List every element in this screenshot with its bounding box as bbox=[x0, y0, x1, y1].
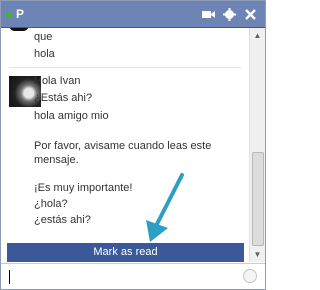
video-icon[interactable] bbox=[201, 7, 216, 22]
text-caret bbox=[9, 270, 10, 284]
message-scrollbar[interactable]: ▲ ▼ bbox=[249, 28, 265, 262]
scroll-up-icon[interactable]: ▲ bbox=[250, 28, 265, 43]
message-list: que hola Hola Ivan ¿Estás ahi? hola amig… bbox=[1, 28, 249, 243]
message-line: ¿Estás ahi? bbox=[34, 92, 93, 104]
message-line: ¿estás ahi? bbox=[34, 214, 91, 226]
gear-icon[interactable] bbox=[222, 7, 237, 22]
online-status-dot bbox=[6, 12, 12, 18]
chat-window: P que hola Hola Ivan ¿Estás ahi? hola am… bbox=[0, 0, 266, 290]
message-line: ¡Es muy importante! bbox=[34, 182, 133, 194]
emoji-icon[interactable] bbox=[243, 269, 257, 283]
previous-sender-avatar bbox=[9, 28, 29, 31]
message-line: hola amigo mio bbox=[34, 110, 109, 122]
chat-titlebar[interactable]: P bbox=[1, 1, 265, 28]
close-icon[interactable] bbox=[243, 7, 258, 22]
message-line: ¿hola? bbox=[34, 198, 68, 210]
message-divider bbox=[9, 67, 241, 68]
message-input[interactable] bbox=[1, 263, 265, 289]
message-line: mensaje. bbox=[34, 154, 79, 166]
annotation-arrow-icon bbox=[146, 173, 184, 242]
scrollbar-thumb[interactable] bbox=[252, 152, 264, 246]
scroll-down-icon[interactable]: ▼ bbox=[250, 247, 265, 262]
message-line: que bbox=[34, 31, 53, 43]
message-line: Hola Ivan bbox=[34, 75, 81, 87]
mark-as-read-button[interactable]: Mark as read bbox=[7, 243, 244, 262]
message-line: Por favor, avisame cuando leas este bbox=[34, 140, 212, 152]
chat-contact-name[interactable]: P bbox=[16, 7, 24, 21]
message-line: hola bbox=[34, 48, 55, 60]
